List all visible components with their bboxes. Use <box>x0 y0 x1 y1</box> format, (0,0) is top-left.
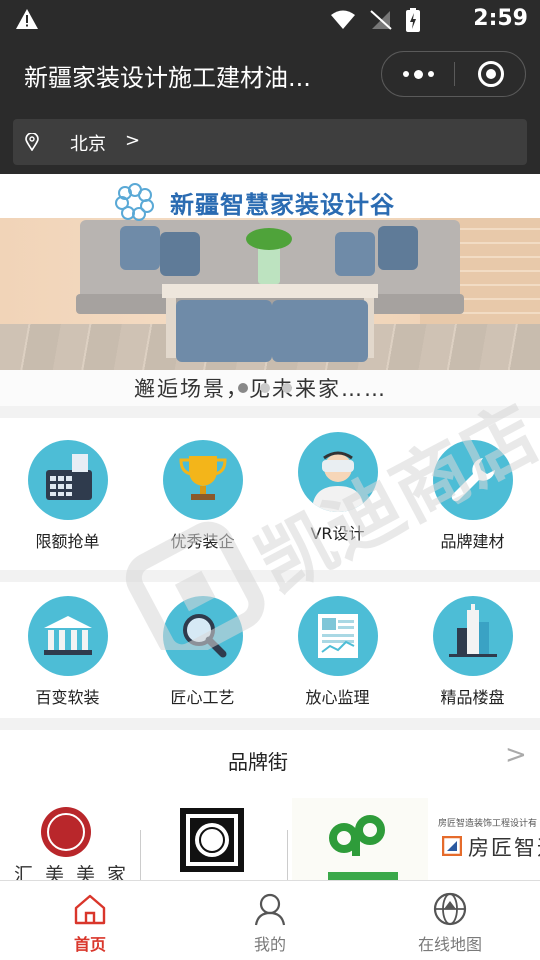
pillars-icon <box>28 596 108 676</box>
city-name: 北京 <box>70 134 106 155</box>
carousel-dot[interactable] <box>282 383 292 393</box>
globe-icon <box>433 892 467 926</box>
bottom-tab-bar: 首页 我的 在线地图 <box>0 880 540 960</box>
brand-logo-caption: 房匠智造装饰工程设计有 <box>438 819 538 829</box>
no-signal-icon <box>370 10 392 30</box>
page-title: 新疆家装设计施工建材油... <box>24 64 311 92</box>
menu-label: 百变软装 <box>35 688 100 707</box>
banner-carousel[interactable]: 新疆智慧家装设计谷 邂逅场景，见未来家…… <box>0 174 540 406</box>
location-arrow: > <box>125 130 141 151</box>
brand-street-more[interactable]: > <box>505 740 527 770</box>
brand-logo-text: 房匠智造 <box>468 836 540 860</box>
tab-label: 我的 <box>253 935 286 954</box>
banner-coffee-table <box>162 284 378 298</box>
menu-item-soft-decor[interactable]: 百变软装 <box>0 582 135 718</box>
monitor-icon <box>298 596 378 676</box>
menu-label: 优秀装企 <box>170 532 235 551</box>
banner-pillow <box>378 226 418 270</box>
brand-street-title: 品牌街 <box>228 750 288 774</box>
menu-item-quota-order[interactable]: 限额抢单 <box>0 418 135 570</box>
nav-bar: 新疆家装设计施工建材油... <box>0 38 540 110</box>
banner-pillow <box>120 226 160 270</box>
brand-logo-text: 汇美美家 <box>14 864 139 880</box>
person-icon <box>254 893 286 926</box>
battery-icon <box>406 8 420 32</box>
flower-logo-icon <box>115 183 154 221</box>
menu-item-top-companies[interactable]: 优秀装企 <box>135 418 270 570</box>
brand-logo-emblem[interactable] <box>146 798 286 880</box>
more-dots-icon[interactable] <box>382 52 454 96</box>
menu-label: 限额抢单 <box>35 532 100 551</box>
brand-divider <box>287 830 288 880</box>
menu-label: 放心监理 <box>305 688 370 707</box>
carousel-dot[interactable] <box>260 383 270 393</box>
warning-icon <box>16 9 38 29</box>
close-target-icon[interactable] <box>478 61 504 87</box>
status-time: 2:59 <box>473 6 528 31</box>
menu-label: 品牌建材 <box>440 532 505 551</box>
tab-mine[interactable]: 我的 <box>180 881 360 960</box>
tab-home[interactable]: 首页 <box>0 881 180 960</box>
carousel-dots <box>238 383 292 393</box>
wrench-icon <box>433 440 513 520</box>
trophy-icon <box>163 440 243 520</box>
banner-pillow <box>335 232 375 276</box>
banner-stool <box>272 300 368 362</box>
buildings-icon <box>433 596 513 676</box>
menu-label: VR设计 <box>310 524 365 543</box>
location-selector[interactable]: 北京 > <box>13 119 527 165</box>
status-bar: 2:59 <box>0 0 540 38</box>
mini-program-capsule <box>381 51 526 97</box>
home-icon <box>74 894 106 925</box>
carousel-dot[interactable] <box>238 383 248 393</box>
wifi-icon <box>331 10 355 29</box>
menu-item-premium-estates[interactable]: 精品楼盘 <box>405 582 540 718</box>
cash-register-icon <box>28 440 108 520</box>
menu-label: 精品楼盘 <box>440 688 505 707</box>
tab-online-map[interactable]: 在线地图 <box>360 881 540 960</box>
banner-headline: 新疆智慧家装设计谷 <box>170 191 395 219</box>
banner-pillow <box>160 232 200 276</box>
brand-logo-green-dp[interactable] <box>292 798 428 880</box>
menu-label: 匠心工艺 <box>170 688 235 707</box>
menu-item-vr-design[interactable]: VR设计 <box>270 418 405 570</box>
magnifier-icon <box>163 596 243 676</box>
brand-street-section: 品牌街 > 汇美美家 房匠智造装饰工程设计有 房匠智 <box>0 730 540 880</box>
tab-label: 首页 <box>73 935 106 954</box>
brand-divider <box>140 830 141 880</box>
menu-grid-row-1: 限额抢单 优秀装企 VR设计 品牌建材 <box>0 418 540 570</box>
banner-stool <box>176 300 272 362</box>
tab-label: 在线地图 <box>417 935 482 954</box>
vr-headset-icon <box>298 432 378 512</box>
banner-table-leg <box>166 298 176 358</box>
location-bar: 北京 > <box>0 110 540 174</box>
menu-item-brand-materials[interactable]: 品牌建材 <box>405 418 540 570</box>
brand-logo-fangjiang[interactable]: 房匠智造装饰工程设计有 房匠智造 <box>432 798 540 880</box>
capsule-divider <box>454 62 455 86</box>
banner-plant <box>246 228 292 250</box>
menu-grid-row-2: 百变软装 匠心工艺 放心监理 精品楼盘 <box>0 582 540 718</box>
menu-item-supervision[interactable]: 放心监理 <box>270 582 405 718</box>
location-pin-icon <box>25 133 39 151</box>
menu-item-craftsmanship[interactable]: 匠心工艺 <box>135 582 270 718</box>
brand-logo-huimei[interactable]: 汇美美家 <box>0 798 140 880</box>
